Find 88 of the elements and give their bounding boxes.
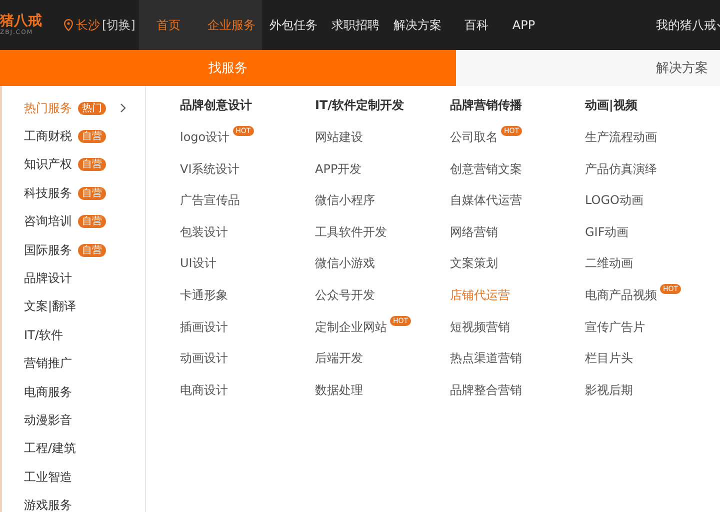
service-link[interactable]: 自媒体代运营 [450, 190, 522, 210]
service-link[interactable]: 包装设计 [180, 222, 228, 242]
category-label: 电商服务 [24, 384, 72, 401]
service-link[interactable]: 创意营销文案 [450, 158, 522, 179]
chevron-right-icon [120, 103, 126, 114]
category-tag: 自营 [78, 215, 106, 228]
column-heading: IT/软件定制开发 [315, 97, 406, 114]
category-label: 热门服务 [24, 100, 72, 117]
service-link[interactable]: 动画设计 [180, 348, 228, 368]
service-link[interactable]: 生产流程动画 [585, 127, 657, 147]
category-item[interactable]: 动漫影音 [0, 406, 145, 435]
tab[interactable]: 解决方案 [456, 50, 720, 86]
location-pin-icon [64, 19, 73, 31]
category-label: 文案|翻译 [24, 298, 76, 316]
category-label: 动漫影音 [24, 412, 72, 429]
city-name: 长沙 [76, 16, 100, 34]
service-link[interactable]: 品牌整合营销 [450, 380, 522, 400]
service-link[interactable]: 栏目片头 [585, 348, 633, 368]
service-link[interactable]: 二维动画 [585, 253, 633, 274]
nav-link[interactable]: 百科 [448, 0, 502, 50]
service-link[interactable]: 卡通形象 [180, 284, 228, 305]
column-heading: 品牌创意设计 [180, 97, 253, 114]
service-link[interactable]: 电商产品视频 [585, 284, 657, 305]
category-label: 知识产权 [24, 156, 72, 174]
category-tag: 自营 [78, 186, 106, 200]
service-link[interactable]: 微信小游戏 [315, 253, 375, 274]
service-link[interactable]: 广告宣传品 [180, 190, 240, 210]
category-item[interactable]: 咨询培训 自营 [0, 208, 145, 236]
column-heading: 品牌营销传播 [450, 97, 523, 114]
category-item[interactable]: 文案|翻译 [0, 292, 145, 322]
category-label: 国际服务 [24, 242, 72, 259]
category-tag: 热门 [78, 102, 106, 115]
service-link[interactable]: 数据处理 [315, 380, 363, 400]
category-item[interactable]: 工业智造 [0, 463, 145, 492]
category-label: 营销推广 [24, 355, 72, 372]
category-item[interactable]: 国际服务 自营 [0, 236, 145, 264]
service-link[interactable]: VI系统设计 [180, 158, 240, 179]
logo-text[interactable]: 猪八戒 [0, 13, 42, 29]
service-link[interactable]: UI设计 [180, 253, 216, 274]
service-link[interactable]: APP开发 [315, 158, 362, 179]
category-label: 咨询培训 [24, 213, 72, 230]
service-link[interactable]: 热点渠道营销 [450, 348, 522, 368]
category-item[interactable]: 科技服务 自营 [0, 179, 145, 208]
service-link[interactable]: GIF动画 [585, 222, 629, 242]
category-item[interactable]: 游戏服务 [0, 491, 145, 512]
category-label: 科技服务 [24, 184, 72, 202]
category-item[interactable]: IT/软件 [0, 321, 145, 350]
service-link[interactable]: 电商设计 [180, 380, 228, 400]
column-heading: 动画|视频 [585, 97, 638, 114]
service-link[interactable]: 网站建设 [315, 127, 363, 147]
nav-link[interactable]: APP [502, 0, 546, 50]
category-item[interactable]: 工程/建筑 [0, 434, 145, 464]
category-item[interactable]: 营销推广 [0, 350, 145, 378]
category-label: 工程/建筑 [24, 440, 76, 458]
service-link[interactable]: 工具软件开发 [315, 222, 387, 242]
category-label: IT/软件 [24, 326, 63, 344]
category-label: 工业智造 [24, 468, 72, 486]
nav-link[interactable]: 解决方案 [386, 0, 448, 50]
nav-link[interactable]: 外包任务 [262, 0, 324, 50]
service-link[interactable]: 网络营销 [450, 222, 498, 242]
category-label: 品牌设计 [24, 270, 72, 288]
service-link[interactable]: 插画设计 [180, 316, 228, 337]
service-link[interactable]: 产品仿真演绎 [585, 158, 657, 179]
service-link[interactable]: 后端开发 [315, 348, 363, 368]
account-menu[interactable]: 我的猪八戒 [656, 16, 716, 34]
category-label: 工商财税 [24, 128, 72, 146]
service-link[interactable]: 宣传广告片 [585, 316, 645, 337]
category-item[interactable]: 知识产权 自营 [0, 150, 145, 180]
service-link[interactable]: 公众号开发 [315, 284, 375, 305]
category-item[interactable]: 工商财税 自营 [0, 122, 145, 151]
category-tag: 自营 [78, 244, 106, 257]
nav-link[interactable]: 求职招聘 [324, 0, 386, 50]
service-link[interactable]: 公司取名 [450, 127, 498, 147]
category-item[interactable]: 电商服务 [0, 378, 145, 406]
category-tag: 自营 [78, 130, 106, 144]
service-link[interactable]: 短视频营销 [450, 316, 510, 337]
switch-city-link[interactable]: [切换] [102, 16, 136, 34]
category-tag: 自营 [78, 158, 106, 172]
service-link[interactable]: logo设计 [180, 127, 230, 147]
service-link[interactable]: LOGO动画 [585, 190, 644, 210]
service-link[interactable]: 文案策划 [450, 253, 498, 274]
nav-link[interactable]: 企业服务 [200, 0, 262, 50]
service-link[interactable]: 影视后期 [585, 380, 633, 400]
category-item[interactable]: 品牌设计 [0, 264, 145, 293]
service-link[interactable]: 定制企业网站 [315, 316, 387, 337]
category-label: 游戏服务 [24, 497, 72, 512]
service-link[interactable]: 微信小程序 [315, 190, 375, 210]
nav-link[interactable]: 首页 [139, 0, 200, 50]
